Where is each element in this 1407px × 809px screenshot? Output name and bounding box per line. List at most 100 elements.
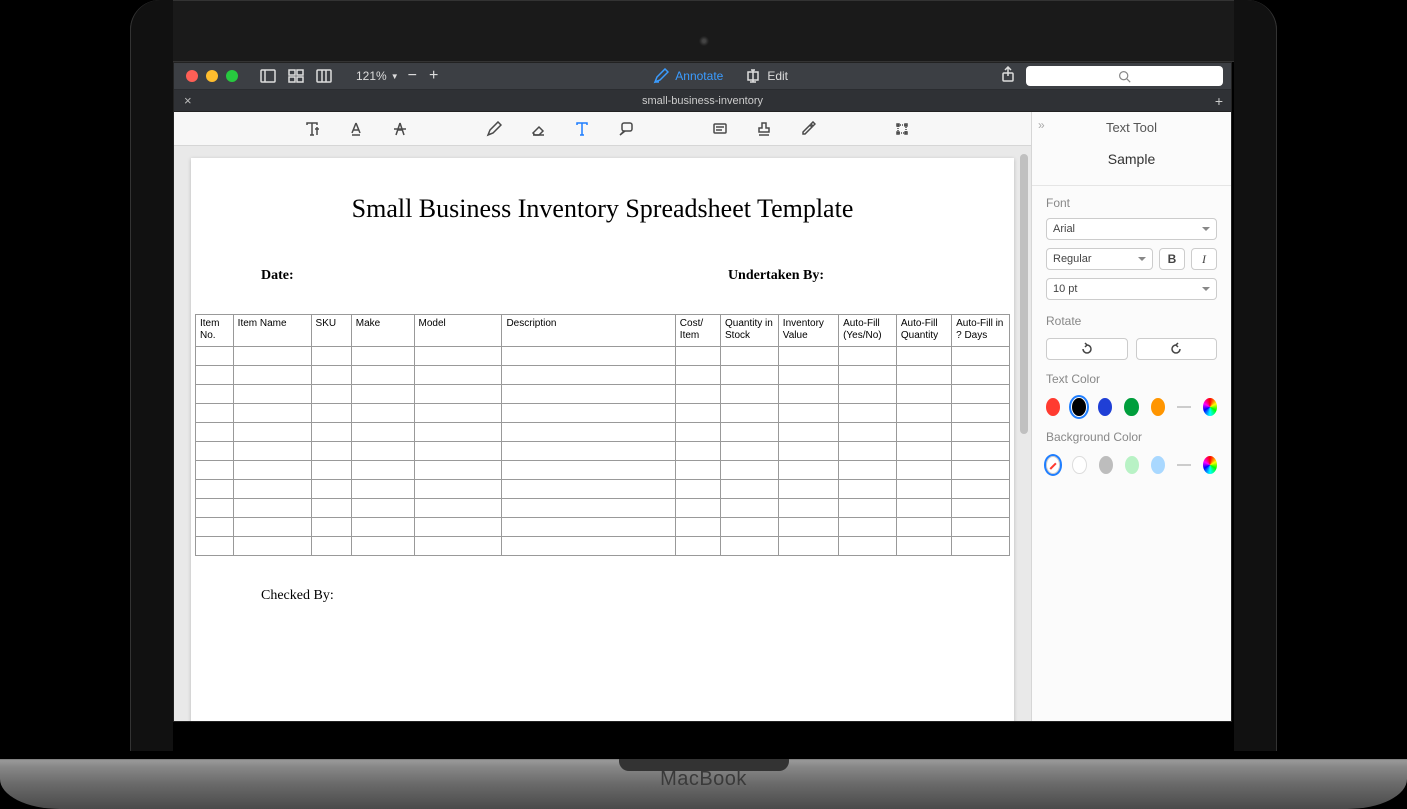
table-cell[interactable] [311, 366, 351, 385]
table-cell[interactable] [675, 347, 720, 366]
table-cell[interactable] [839, 518, 897, 537]
table-cell[interactable] [721, 499, 779, 518]
table-cell[interactable] [351, 518, 414, 537]
table-cell[interactable] [896, 537, 951, 556]
table-cell[interactable] [351, 480, 414, 499]
color-wheel-icon[interactable] [1203, 398, 1217, 416]
table-cell[interactable] [896, 442, 951, 461]
table-cell[interactable] [311, 442, 351, 461]
font-size-select[interactable]: 10 pt [1046, 278, 1217, 300]
font-weight-select[interactable]: Regular [1046, 248, 1153, 270]
table-cell[interactable] [233, 480, 311, 499]
table-cell[interactable] [778, 423, 838, 442]
table-cell[interactable] [311, 404, 351, 423]
rotate-cw-button[interactable] [1136, 338, 1218, 360]
bg-color-swatch[interactable] [1072, 456, 1086, 474]
text-style-icon[interactable] [301, 118, 323, 140]
table-cell[interactable] [675, 442, 720, 461]
bg-color-swatch[interactable] [1125, 456, 1139, 474]
table-cell[interactable] [952, 461, 1010, 480]
table-cell[interactable] [952, 518, 1010, 537]
table-cell[interactable] [311, 480, 351, 499]
split-view-icon[interactable] [314, 66, 334, 86]
font-family-select[interactable]: Arial [1046, 218, 1217, 240]
rotate-ccw-button[interactable] [1046, 338, 1128, 360]
table-cell[interactable] [196, 480, 234, 499]
table-cell[interactable] [896, 518, 951, 537]
document-scroll-area[interactable]: Small Business Inventory Spreadsheet Tem… [174, 146, 1031, 721]
table-cell[interactable] [778, 366, 838, 385]
text-color-swatch[interactable] [1098, 398, 1112, 416]
table-cell[interactable] [502, 366, 675, 385]
table-cell[interactable] [311, 537, 351, 556]
table-cell[interactable] [233, 518, 311, 537]
table-cell[interactable] [952, 537, 1010, 556]
table-cell[interactable] [721, 366, 779, 385]
table-cell[interactable] [778, 347, 838, 366]
table-cell[interactable] [233, 461, 311, 480]
table-cell[interactable] [778, 518, 838, 537]
window-close-button[interactable] [186, 70, 198, 82]
scrollbar-thumb[interactable] [1020, 154, 1028, 434]
table-cell[interactable] [233, 537, 311, 556]
strikethrough-icon[interactable] [389, 118, 411, 140]
table-cell[interactable] [502, 347, 675, 366]
table-cell[interactable] [952, 423, 1010, 442]
table-cell[interactable] [196, 537, 234, 556]
table-cell[interactable] [351, 385, 414, 404]
table-cell[interactable] [778, 404, 838, 423]
zoom-out-button[interactable]: − [405, 67, 420, 85]
window-fullscreen-button[interactable] [226, 70, 238, 82]
table-cell[interactable] [675, 518, 720, 537]
table-cell[interactable] [351, 442, 414, 461]
table-cell[interactable] [233, 404, 311, 423]
text-color-swatch[interactable] [1124, 398, 1138, 416]
table-cell[interactable] [839, 442, 897, 461]
crop-icon[interactable] [891, 118, 913, 140]
table-cell[interactable] [502, 518, 675, 537]
sidebar-toggle-icon[interactable] [258, 66, 278, 86]
table-cell[interactable] [351, 461, 414, 480]
table-cell[interactable] [778, 537, 838, 556]
table-cell[interactable] [778, 499, 838, 518]
eraser-icon[interactable] [527, 118, 549, 140]
bg-color-swatch[interactable] [1151, 456, 1165, 474]
table-cell[interactable] [896, 385, 951, 404]
table-cell[interactable] [196, 404, 234, 423]
table-cell[interactable] [502, 480, 675, 499]
table-cell[interactable] [351, 347, 414, 366]
color-wheel-icon[interactable] [1203, 456, 1217, 474]
bg-color-swatch[interactable] [1046, 456, 1060, 474]
table-cell[interactable] [675, 537, 720, 556]
table-cell[interactable] [675, 404, 720, 423]
table-cell[interactable] [414, 442, 502, 461]
table-cell[interactable] [896, 461, 951, 480]
table-cell[interactable] [952, 499, 1010, 518]
table-cell[interactable] [778, 442, 838, 461]
table-cell[interactable] [721, 537, 779, 556]
table-cell[interactable] [311, 423, 351, 442]
table-cell[interactable] [351, 499, 414, 518]
table-cell[interactable] [414, 385, 502, 404]
callout-icon[interactable] [615, 118, 637, 140]
bold-button[interactable]: B [1159, 248, 1185, 270]
table-cell[interactable] [952, 442, 1010, 461]
table-cell[interactable] [896, 480, 951, 499]
note-icon[interactable] [709, 118, 731, 140]
table-cell[interactable] [952, 385, 1010, 404]
table-cell[interactable] [778, 480, 838, 499]
table-cell[interactable] [952, 404, 1010, 423]
search-input[interactable] [1026, 66, 1223, 86]
table-cell[interactable] [952, 366, 1010, 385]
table-cell[interactable] [311, 385, 351, 404]
table-cell[interactable] [502, 537, 675, 556]
table-cell[interactable] [233, 499, 311, 518]
table-cell[interactable] [721, 461, 779, 480]
table-cell[interactable] [721, 423, 779, 442]
annotate-mode-button[interactable]: Annotate [653, 68, 723, 84]
table-cell[interactable] [675, 385, 720, 404]
table-cell[interactable] [351, 537, 414, 556]
table-cell[interactable] [414, 480, 502, 499]
text-tool-icon[interactable] [571, 118, 593, 140]
table-cell[interactable] [311, 499, 351, 518]
